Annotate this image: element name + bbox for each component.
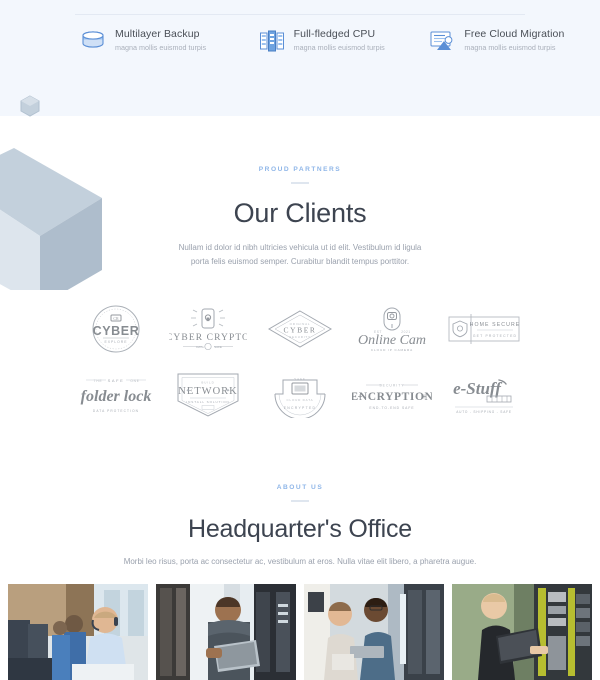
feature-title: Free Cloud Migration [464, 28, 565, 40]
svg-text:CYBER: CYBER [283, 326, 316, 335]
feature-item[interactable]: magna mollis euismod turpis [429, 0, 600, 7]
svg-text:ENCRYPTED: ENCRYPTED [284, 406, 317, 410]
svg-text:DATA: DATA [196, 345, 204, 349]
feature-icon-placeholder [80, 0, 106, 7]
client-logo-folder-lock[interactable]: THE SAFE ONE folder lock DATA PROTECTION [70, 369, 162, 421]
about-section: ABOUT US Headquarter's Office Morbi leo … [0, 484, 600, 569]
call-center-photo[interactable] [8, 584, 148, 680]
svg-text:SECURITY: SECURITY [289, 335, 311, 339]
feature-subtitle: magna mollis euismod turpis [293, 43, 385, 52]
features-band: magna mollis euismod turpis magna mollis… [0, 0, 600, 116]
features-divider [75, 14, 525, 15]
svg-text:+: + [358, 392, 363, 401]
features-row-clipped: magna mollis euismod turpis magna mollis… [0, 0, 600, 7]
svg-text:SAFE: SAFE [108, 378, 125, 383]
client-logo-online-cam[interactable]: EST 2021 Online Cam CLOUD IP CAMERA [346, 303, 438, 355]
feature-title: Multilayer Backup [115, 28, 200, 40]
svg-text:folder lock: folder lock [81, 388, 152, 405]
decorative-hexagon-shape [20, 95, 40, 117]
feature-title: Full-fledged CPU [293, 28, 376, 40]
svg-text:✦: ✦ [186, 388, 190, 394]
features-row: Multilayer Backup magna mollis euismod t… [0, 28, 600, 53]
client-logo-encryption[interactable]: SECURITY ENCRYPTION + + END-TO-END SAFE [346, 369, 438, 421]
svg-text:ONE: ONE [130, 379, 139, 383]
about-eyebrow-label: ABOUT US [276, 484, 324, 491]
svg-text:CYBER: CYBER [93, 324, 140, 338]
svg-text:CR: CR [113, 316, 119, 321]
feature-item-full-fledged-cpu[interactable]: Full-fledged CPU magna mollis euismod tu… [251, 28, 430, 53]
feature-item[interactable]: magna mollis euismod turpis [0, 0, 251, 7]
decorative-cube-shape [0, 140, 102, 306]
feature-subtitle: magna mollis euismod turpis [115, 43, 207, 52]
client-logo-grid: CR CYBER EXPLORE CYBER CRYPTO DATA SAFE … [70, 303, 530, 421]
svg-text:SECURITY: SECURITY [379, 384, 404, 388]
svg-text:BUILD: BUILD [201, 381, 214, 385]
svg-text:END-TO-END SAFE: END-TO-END SAFE [369, 406, 414, 410]
about-description: Morbi leo risus, porta ac consectetur ac… [123, 557, 477, 566]
svg-text:SAFE: SAFE [294, 377, 306, 381]
svg-text:✦: ✦ [226, 388, 230, 394]
feature-icon-placeholder [259, 0, 285, 7]
svg-text:HOME SECURE: HOME SECURE [470, 322, 521, 328]
client-logo-network-shield[interactable]: BUILD NETWORK ✦ ✦ INSTALL SOLUTION [162, 369, 254, 421]
svg-text:AUTO - SHIPPING - SAFE: AUTO - SHIPPING - SAFE [456, 410, 512, 414]
two-engineers-photo[interactable] [304, 584, 444, 680]
svg-text:EXPLORE: EXPLORE [104, 340, 127, 344]
svg-text:SAFE: SAFE [214, 345, 222, 349]
client-logo-cyber-badge[interactable]: CR CYBER EXPLORE [70, 303, 162, 355]
svg-text:ENCRYPTION: ENCRYPTION [352, 391, 432, 403]
page-root: magna mollis euismod turpis magna mollis… [0, 0, 600, 680]
server-rack-icon [259, 29, 285, 53]
feature-item-free-cloud-migration[interactable]: Free Cloud Migration magna mollis euismo… [429, 28, 600, 53]
clients-description: Nullam id dolor id nibh ultricies vehicu… [178, 243, 422, 266]
client-logo-e-stuff[interactable]: e-Stuff AUTO - SHIPPING - SAFE [438, 369, 530, 421]
clients-title-rule [291, 182, 309, 184]
office-photo-gallery [8, 584, 592, 680]
about-title: Headquarter's Office [187, 515, 413, 543]
database-backup-icon [80, 29, 106, 53]
server-room-laptop-photo[interactable] [156, 584, 296, 680]
client-logo-monitor-badge[interactable]: SAFE CLOUD DATA ENCRYPTED [254, 369, 346, 421]
svg-text:e-Stuff: e-Stuff [453, 379, 503, 398]
svg-text:GET PROTECTED: GET PROTECTED [473, 334, 517, 338]
client-logo-cyber-diamond[interactable]: ORIGINAL CYBER SECURITY [254, 303, 346, 355]
svg-text:THE: THE [94, 379, 103, 383]
feature-icon-placeholder [429, 0, 455, 7]
client-logo-home-secure[interactable]: HOME SECURE GET PROTECTED [438, 303, 530, 355]
svg-text:CLOUD IP CAMERA: CLOUD IP CAMERA [371, 348, 413, 352]
svg-text:Online Cam: Online Cam [358, 333, 426, 348]
svg-text:CLOUD DATA: CLOUD DATA [287, 398, 314, 402]
svg-text:+: + [422, 392, 427, 401]
svg-text:CYBER CRYPTO: CYBER CRYPTO [169, 333, 247, 343]
about-title-rule [291, 500, 309, 502]
client-logo-cyber-crypto[interactable]: CYBER CRYPTO DATA SAFE [162, 303, 254, 355]
server-maintenance-photo[interactable] [452, 584, 592, 680]
cloud-migration-icon [429, 29, 455, 53]
feature-item[interactable]: magna mollis euismod turpis [251, 0, 430, 7]
svg-text:INSTALL SOLUTION: INSTALL SOLUTION [186, 400, 229, 404]
feature-subtitle: magna mollis euismod turpis [464, 43, 556, 52]
feature-item-multilayer-backup[interactable]: Multilayer Backup magna mollis euismod t… [0, 28, 251, 53]
svg-text:DATA PROTECTION: DATA PROTECTION [93, 409, 139, 413]
